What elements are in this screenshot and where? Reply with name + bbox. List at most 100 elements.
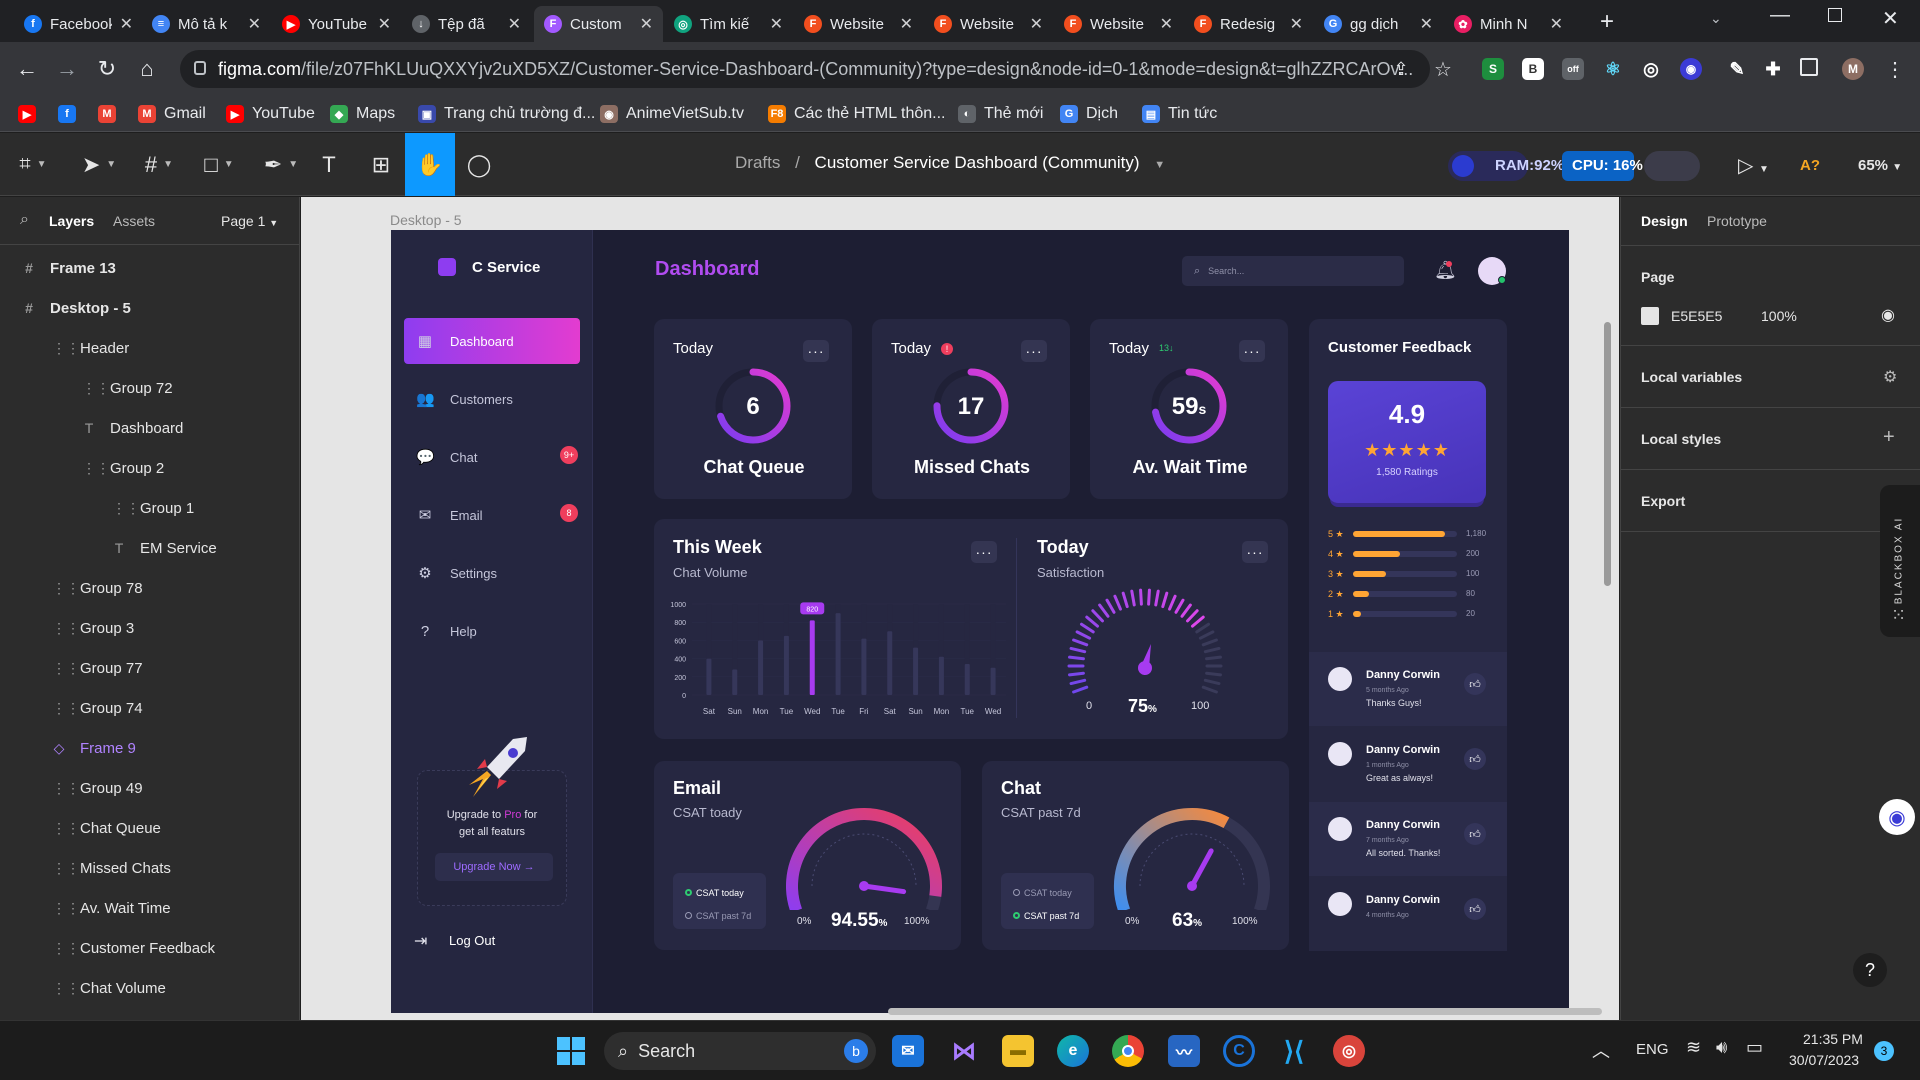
mail-app-icon[interactable]: ✉	[892, 1035, 924, 1067]
tab-close-icon[interactable]: ✕	[378, 14, 391, 34]
edge-browser-icon[interactable]: e	[1057, 1035, 1089, 1067]
tab-close-icon[interactable]: ✕	[640, 14, 653, 34]
bar[interactable]	[887, 631, 893, 695]
nav-item[interactable]: 👥 Customers	[404, 376, 580, 422]
bar[interactable]	[938, 656, 944, 695]
tab-prototype[interactable]: Prototype	[1707, 213, 1767, 229]
close-window-button[interactable]: ✕	[1882, 6, 1899, 31]
layer-row[interactable]: # Desktop - 5	[22, 288, 131, 328]
tab-search-icon[interactable]: ⌄	[1710, 10, 1722, 27]
tab-close-icon[interactable]: ✕	[120, 14, 133, 34]
browser-tab[interactable]: F Website ✕	[1054, 6, 1183, 42]
resources-tool-button[interactable]: ⊞	[366, 133, 396, 196]
volume-icon[interactable]: 🔊︎	[1716, 1037, 1727, 1058]
reload-icon[interactable]: ↻	[92, 54, 122, 84]
kpi-menu-button[interactable]: ···	[803, 340, 829, 362]
bookmark-item[interactable]: ▤ Tin tức	[1142, 102, 1217, 126]
bookmark-item[interactable]: ▶	[18, 102, 36, 126]
bookmark-item[interactable]: ◐ Thẻ mới	[958, 102, 1043, 126]
layer-row[interactable]: # Frame 13	[22, 248, 116, 288]
bookmark-item[interactable]: ▶ YouTube	[226, 102, 315, 126]
bar[interactable]	[990, 667, 996, 695]
tab-close-icon[interactable]: ✕	[1420, 14, 1433, 34]
bar[interactable]	[783, 635, 789, 695]
browser-menu-icon[interactable]: ⋮	[1880, 54, 1910, 84]
vscode-icon[interactable]: ⟩⟨	[1278, 1035, 1310, 1067]
side-panel-icon[interactable]	[1800, 58, 1818, 76]
layer-row[interactable]: ⋮⋮ Header	[52, 328, 129, 368]
satisfaction-menu-button[interactable]: ···	[1242, 541, 1268, 563]
layer-row[interactable]: ⋮⋮ Chat Queue	[52, 808, 161, 848]
bookmark-item[interactable]: ▣ Trang chủ trường đ...	[418, 102, 595, 126]
bar[interactable]	[758, 640, 764, 695]
bookmark-item[interactable]: F8 Các thẻ HTML thôn...	[768, 102, 945, 126]
canvas-horizontal-scrollbar[interactable]	[888, 1008, 1602, 1015]
local-variables[interactable]: Local variables	[1641, 369, 1742, 385]
extension-s-icon[interactable]: S	[1482, 58, 1504, 80]
tab-close-icon[interactable]: ✕	[1550, 14, 1563, 34]
browser-tab[interactable]: f Facebook ✕	[14, 6, 143, 42]
page-selector[interactable]: Page 1 ▼	[221, 213, 278, 229]
bar[interactable]	[706, 658, 712, 695]
eye-icon[interactable]: ◉	[1881, 305, 1895, 325]
notification-badge[interactable]: 3	[1874, 1041, 1894, 1061]
chat-volume-menu-button[interactable]: ···	[971, 541, 997, 563]
tray-chevron-icon[interactable]: ︿	[1592, 1037, 1610, 1063]
assistant-bubble-icon[interactable]: ◉	[1879, 799, 1915, 835]
browser-tab[interactable]: ▶ YouTube ✕	[272, 6, 401, 42]
frame-tool-button[interactable]: # ▼	[134, 133, 184, 196]
layer-row[interactable]: ⋮⋮ Customer Feedback	[52, 928, 215, 968]
home-icon[interactable]: ⌂	[132, 54, 162, 84]
thumbs-up-icon[interactable]: 👍︎	[1464, 673, 1486, 695]
bar[interactable]	[913, 647, 919, 695]
photos-app-icon[interactable]: 〰	[1168, 1035, 1200, 1067]
tab-design[interactable]: Design	[1641, 213, 1688, 229]
frame-name-label[interactable]: Desktop - 5	[390, 212, 462, 228]
local-styles[interactable]: Local styles	[1641, 431, 1721, 447]
layer-row[interactable]: ⋮⋮ Av. Wait Time	[52, 888, 171, 928]
upgrade-now-button[interactable]: Upgrade Now →	[435, 853, 553, 881]
share-icon[interactable]: ⇪	[1386, 54, 1416, 84]
add-style-icon[interactable]: +	[1883, 426, 1895, 449]
email-legend-today[interactable]: CSAT today	[685, 882, 766, 905]
kpi-menu-button[interactable]: ···	[1021, 340, 1047, 362]
hand-tool-button[interactable]: ✋	[405, 133, 455, 196]
main-menu-button[interactable]: ⌗ ▼	[8, 133, 58, 196]
wifi-icon[interactable]: ≋	[1686, 1037, 1701, 1058]
bookmark-item[interactable]: ◉ AnimeVietSub.tv	[600, 102, 744, 126]
layer-row[interactable]: ⋮⋮ Group 2	[82, 448, 164, 488]
windows-start-icon[interactable]	[557, 1037, 585, 1065]
bar[interactable]	[732, 669, 738, 695]
extension-pen-icon[interactable]: ✎	[1726, 58, 1748, 80]
present-button[interactable]: ▷ ▼	[1738, 153, 1769, 178]
layer-row[interactable]: T Dashboard	[82, 408, 184, 448]
tab-close-icon[interactable]: ✕	[1290, 14, 1303, 34]
nav-item[interactable]: ⚙ Settings	[404, 550, 580, 596]
restore-button[interactable]	[1828, 8, 1842, 22]
browser-tab[interactable]: ≡ Mô tả k ✕	[142, 6, 271, 42]
url-input[interactable]: figma.com/file/z07FhKLUuQXXYjv2uXD5XZ/Cu…	[180, 50, 1430, 88]
browser-tab[interactable]: F Website ✕	[924, 6, 1053, 42]
page-color-swatch[interactable]	[1641, 307, 1659, 325]
search-input[interactable]: ⌕ Search...	[1182, 256, 1404, 286]
clock-time[interactable]: 21:35 PM	[1803, 1031, 1863, 1047]
tab-assets[interactable]: Assets	[113, 213, 155, 229]
page-color-value[interactable]: E5E5E5	[1671, 308, 1722, 324]
thumbs-up-icon[interactable]: 👍︎	[1464, 898, 1486, 920]
bookmark-item[interactable]: ◆ Maps	[330, 102, 395, 126]
layer-row[interactable]: ⋮⋮ Chat Volume	[52, 968, 166, 1008]
chevron-down-icon[interactable]: ▼	[1154, 159, 1165, 171]
page-opacity-value[interactable]: 100%	[1761, 308, 1797, 324]
bookmark-item[interactable]: M Gmail	[138, 102, 206, 126]
bookmark-item[interactable]: M	[98, 102, 116, 126]
extension-ghost-icon[interactable]: ◉	[1680, 58, 1702, 80]
tab-close-icon[interactable]: ✕	[1030, 14, 1043, 34]
thumbs-up-icon[interactable]: 👍︎	[1464, 748, 1486, 770]
browser-tab[interactable]: ↓ Tệp đã ✕	[402, 6, 531, 42]
language-indicator[interactable]: ENG	[1636, 1041, 1669, 1058]
profile-avatar[interactable]: M	[1842, 58, 1864, 80]
email-legend-past[interactable]: CSAT past 7d	[685, 905, 766, 928]
kpi-menu-button[interactable]: ···	[1239, 340, 1265, 362]
thumbs-up-icon[interactable]: 👍︎	[1464, 823, 1486, 845]
canvas-vertical-scrollbar[interactable]	[1604, 322, 1611, 586]
